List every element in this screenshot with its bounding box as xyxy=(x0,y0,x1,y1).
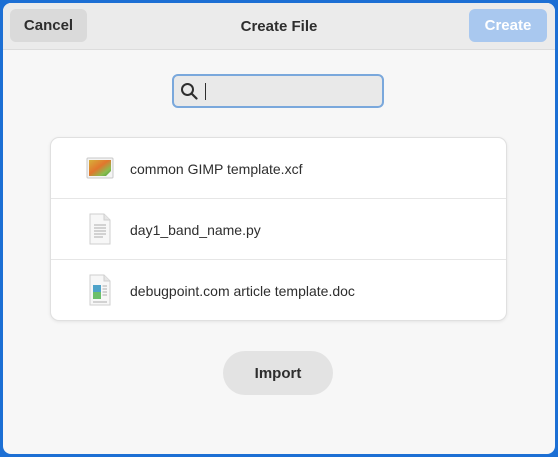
header-bar: Cancel Create File Create xyxy=(3,3,555,50)
image-file-icon xyxy=(86,157,114,179)
file-name: common GIMP template.xcf xyxy=(130,160,303,177)
text-caret xyxy=(205,83,206,100)
list-item[interactable]: common GIMP template.xcf xyxy=(51,138,506,199)
import-button[interactable]: Import xyxy=(223,351,333,395)
cancel-button[interactable]: Cancel xyxy=(10,9,87,42)
file-template-list: common GIMP template.xcf day1_band_name.… xyxy=(50,137,507,321)
search-input[interactable] xyxy=(204,79,378,105)
list-item[interactable]: debugpoint.com article template.doc xyxy=(51,259,506,320)
text-file-icon xyxy=(89,213,111,245)
create-button[interactable]: Create xyxy=(469,9,547,42)
create-file-dialog: Cancel Create File Create common GIMP te… xyxy=(3,3,555,454)
list-item[interactable]: day1_band_name.py xyxy=(51,198,506,260)
file-name: debugpoint.com article template.doc xyxy=(130,282,355,299)
search-field[interactable] xyxy=(172,74,384,108)
search-icon xyxy=(181,83,198,100)
file-name: day1_band_name.py xyxy=(130,221,261,238)
document-file-icon xyxy=(89,274,111,306)
